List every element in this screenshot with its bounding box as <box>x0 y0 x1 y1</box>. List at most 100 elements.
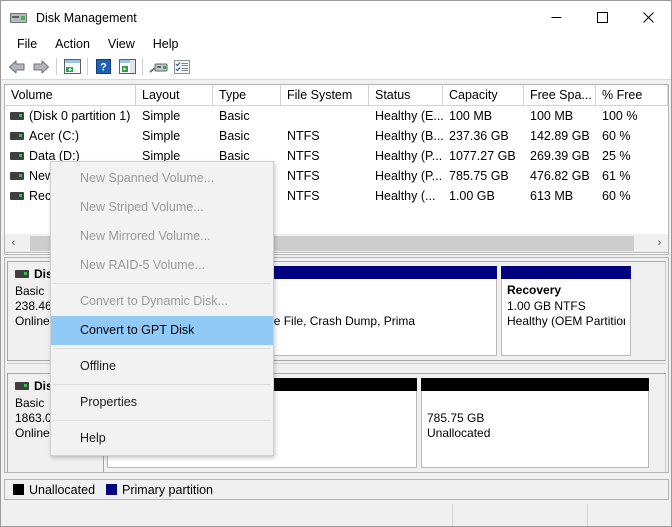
column-header-type[interactable]: Type <box>213 85 281 105</box>
cell-capacity: 237.36 GB <box>449 129 509 143</box>
cell-capacity: 785.75 GB <box>449 169 509 183</box>
scroll-left-icon[interactable]: ‹ <box>5 235 22 252</box>
cell-free-space: 142.89 GB <box>530 129 590 143</box>
status-pane-1 <box>1 504 452 526</box>
cell-percent-free: 60 % <box>602 189 631 203</box>
cell-status: Healthy (B... <box>375 129 443 143</box>
menu-view[interactable]: View <box>99 36 144 53</box>
menu-item-help[interactable]: Help <box>51 424 273 453</box>
cell-volume: Acer (C:) <box>5 126 136 146</box>
cell-free-space: 613 MB <box>530 189 574 203</box>
cell-free-space: 100 MB <box>530 109 574 123</box>
column-header-capacity[interactable]: Capacity <box>443 85 524 105</box>
menu-separator <box>53 420 271 421</box>
cell-layout: Simple <box>142 109 181 123</box>
volume-disk-icon <box>10 152 24 160</box>
disk-icon <box>15 382 29 390</box>
partition-label <box>427 395 643 411</box>
cell-layout: Simple <box>142 129 181 143</box>
menu-file[interactable]: File <box>8 36 46 53</box>
disk-management-window: Disk Management File Action View Help ? … <box>0 0 672 527</box>
cell-text: Acer (C:) <box>29 129 79 143</box>
menu-item-new-spanned-volume: New Spanned Volume... <box>80 171 215 185</box>
window-title: Disk Management <box>36 10 137 25</box>
menu-item-convert-to-gpt-disk[interactable]: Convert to GPT Disk <box>51 316 273 345</box>
forward-icon[interactable] <box>29 56 53 78</box>
disk-management-icon <box>10 10 28 26</box>
cell-capacity: 1077.27 GB <box>449 149 516 163</box>
menu-action[interactable]: Action <box>46 36 99 53</box>
partition-details: 785.75 GB Unallocated <box>421 391 649 468</box>
cell-capacity: 100 MB <box>449 109 493 123</box>
maximize-icon[interactable] <box>579 1 625 33</box>
toolbar: ? <box>1 54 671 80</box>
cell-percent-free: 61 % <box>602 169 631 183</box>
partition-details: Recovery 1.00 GB NTFS Healthy (OEM Partiti… <box>501 279 631 356</box>
cell-file-system: NTFS <box>287 149 320 163</box>
column-header-free-spa[interactable]: Free Spa... <box>524 85 596 105</box>
cell-status: Healthy (E... <box>375 109 443 123</box>
cell-status: Healthy (... <box>375 189 436 203</box>
cell-percent-free: 60 % <box>602 129 631 143</box>
partition-box[interactable]: 785.75 GB Unallocated <box>421 378 649 468</box>
partition-status: Unallocated <box>427 426 491 440</box>
legend-swatch-primary-partition <box>106 484 118 495</box>
partition-color-bar <box>501 266 631 279</box>
status-pane-3 <box>587 504 671 526</box>
svg-text:?: ? <box>100 62 107 74</box>
cell-free-space: 476.82 GB <box>530 169 590 183</box>
menu-item-properties[interactable]: Properties <box>51 388 273 417</box>
cell-file-system: NTFS <box>287 129 320 143</box>
legend-label-primary-partition: Primary partition <box>122 482 214 497</box>
menu-item-offline[interactable]: Offline <box>51 352 273 381</box>
partition-label: Recovery <box>507 283 562 297</box>
partition-size: 785.75 GB <box>427 410 485 425</box>
volume-list-header: Volume Layout Type File System Status Capacit… <box>5 85 668 106</box>
title-bar: Disk Management <box>1 1 671 34</box>
menu-item-new-mirrored-volume: New Mirrored Volume... <box>80 229 211 243</box>
status-pane-2 <box>452 504 587 526</box>
cell-status: Healthy (P... <box>375 169 443 183</box>
legend-swatch-unallocated <box>13 484 24 495</box>
help-icon[interactable]: ? <box>91 56 115 78</box>
up-one-level-icon[interactable] <box>60 56 84 78</box>
cell-text: (Disk 0 partition 1) <box>29 109 131 123</box>
table-row[interactable]: Acer (C:) Simple Basic NTFS Healthy (B... 237… <box>5 126 668 146</box>
show-action-pane-icon[interactable] <box>115 56 139 78</box>
volume-disk-icon <box>10 192 24 200</box>
legend-bar: Unallocated Primary partition <box>4 479 669 500</box>
partition-size: 1.00 GB NTFS <box>507 298 586 313</box>
minimize-icon[interactable] <box>533 1 579 33</box>
context-menu: New Spanned Volume... New Striped Volume.… <box>50 161 274 456</box>
properties-list-icon[interactable] <box>170 56 194 78</box>
cell-volume: (Disk 0 partition 1) <box>5 106 136 126</box>
partition-status: Healthy (OEM Partition) <box>507 314 625 328</box>
window-controls <box>533 1 671 33</box>
legend-item-unallocated: Unallocated <box>13 483 95 497</box>
disk-icon <box>15 270 29 278</box>
menu-help[interactable]: Help <box>144 36 188 53</box>
scroll-right-icon[interactable]: › <box>651 235 668 252</box>
column-header-volume[interactable]: Volume <box>5 85 136 105</box>
cell-file-system: NTFS <box>287 169 320 183</box>
column-header-file-system[interactable]: File System <box>281 85 369 105</box>
volume-disk-icon <box>10 172 24 180</box>
partition-box[interactable]: Recovery 1.00 GB NTFS Healthy (OEM Partiti… <box>501 266 631 356</box>
column-header-layout[interactable]: Layout <box>136 85 213 105</box>
status-bar <box>1 504 671 526</box>
column-header-status[interactable]: Status <box>369 85 443 105</box>
partition-color-bar <box>421 378 649 391</box>
cell-capacity: 1.00 GB <box>449 189 495 203</box>
cell-type: Basic <box>219 109 250 123</box>
volume-disk-icon <box>10 132 24 140</box>
legend-label-unallocated: Unallocated <box>29 482 96 497</box>
cell-percent-free: 100 % <box>602 109 638 123</box>
rescan-disks-icon[interactable] <box>146 56 170 78</box>
menu-bar: File Action View Help <box>1 34 671 54</box>
menu-item-convert-to-dynamic-disk: Convert to Dynamic Disk... <box>80 294 228 308</box>
table-row[interactable]: (Disk 0 partition 1) Simple Basic Healthy (… <box>5 106 668 126</box>
column-header--free[interactable]: % Free <box>596 85 668 105</box>
back-icon[interactable] <box>5 56 29 78</box>
volume-disk-icon <box>10 112 24 120</box>
close-icon[interactable] <box>625 1 671 33</box>
